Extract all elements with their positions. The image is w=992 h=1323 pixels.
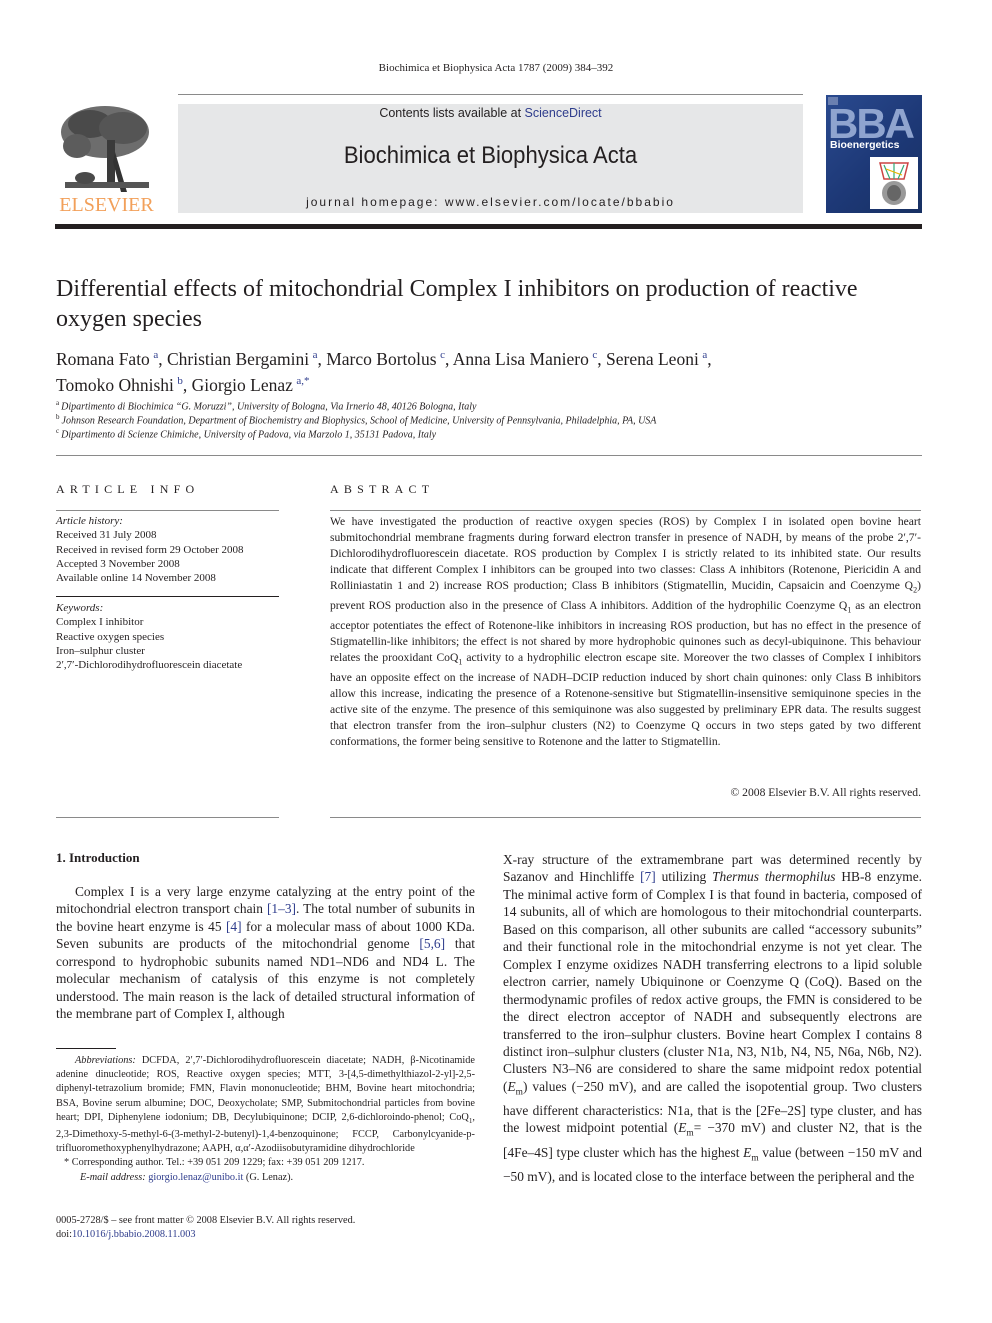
affiliation-marker[interactable]: a xyxy=(153,349,158,361)
abbreviations-footnote: Abbreviations: DCFDA, 2′,7′-Dichlorodihy… xyxy=(56,1055,475,1155)
history-label: Article history: xyxy=(56,515,123,527)
author[interactable]: Romana Fato a xyxy=(56,349,158,369)
affiliation-a: a Dipartimento di Biochimica “G. Moruzzi… xyxy=(56,399,477,413)
footnotes: Abbreviations: DCFDA, 2′,7′-Dichlorodihy… xyxy=(56,1054,475,1185)
cover-protein-structure-icon xyxy=(870,157,918,209)
citation-link[interactable]: [1–3] xyxy=(267,901,296,916)
journal-homepage-link[interactable]: journal homepage: www.elsevier.com/locat… xyxy=(178,195,803,209)
elsevier-wordmark: ELSEVIER xyxy=(59,194,154,216)
article-history: Article history: Received 31 July 2008 R… xyxy=(56,514,286,585)
abstract-bottom-rule xyxy=(330,817,921,818)
sciencedirect-link[interactable]: ScienceDirect xyxy=(525,106,602,120)
affiliation-marker[interactable]: c xyxy=(440,349,445,361)
masthead-box: Contents lists available at ScienceDirec… xyxy=(178,104,803,213)
history-item: Accepted 3 November 2008 xyxy=(56,557,180,570)
title-block-rule xyxy=(56,455,922,456)
running-head: Biochimica et Biophysica Acta 1787 (2009… xyxy=(378,62,614,74)
affiliation-b: b Johnson Research Foundation, Departmen… xyxy=(56,413,657,427)
body-column-right: X-ray structure of the extramembrane par… xyxy=(503,852,923,1184)
author[interactable]: Giorgio Lenaz a,* xyxy=(192,375,310,395)
doi-link[interactable]: 10.1016/j.bbabio.2008.11.003 xyxy=(72,1229,195,1240)
history-item: Available online 14 November 2008 xyxy=(56,572,216,585)
keyword-item: Iron–sulphur cluster xyxy=(56,644,145,657)
abstract-heading: ABSTRACT xyxy=(330,482,435,496)
affiliation-c: c Dipartimento di Scienze Chimiche, Univ… xyxy=(56,427,437,441)
history-item: Received in revised form 29 October 2008 xyxy=(56,543,244,556)
affiliation-marker[interactable]: a,* xyxy=(296,375,309,387)
author[interactable]: Marco Bortolus c xyxy=(326,349,445,369)
section-heading-introduction: 1. Introduction xyxy=(56,850,140,865)
affiliation-marker[interactable]: c xyxy=(592,349,597,361)
journal-title: Biochimica et Biophysica Acta xyxy=(343,142,638,169)
abstract-text: We have investigated the production of r… xyxy=(330,515,921,748)
author-list: Romana Fato a, Christian Bergamini a, Ma… xyxy=(56,348,712,395)
article-title: Differential effects of mitochondrial Co… xyxy=(56,276,858,332)
citation-link[interactable]: [5,6] xyxy=(419,936,445,951)
keywords-rule xyxy=(56,596,279,597)
corresponding-author-footnote: * Corresponding author. Tel.: +39 051 20… xyxy=(64,1157,365,1169)
author[interactable]: Christian Bergamini a xyxy=(167,349,318,369)
author[interactable]: Tomoko Ohnishi b xyxy=(56,375,183,395)
abstract-rule xyxy=(330,510,921,511)
keyword-item: Reactive oxygen species xyxy=(56,630,165,643)
article-info-bottom-rule xyxy=(56,817,279,818)
contents-line: Contents lists available at ScienceDirec… xyxy=(178,106,803,120)
affiliation-marker[interactable]: a xyxy=(313,349,318,361)
contents-prefix: Contents lists available at xyxy=(379,106,525,120)
issn-copyright: 0005-2728/$ – see front matter © 2008 El… xyxy=(56,1215,356,1226)
keyword-item: 2′,7′-Dichlorodihydrofluorescein diaceta… xyxy=(56,659,243,672)
keyword-item: Complex I inhibitor xyxy=(56,616,144,629)
citation-link[interactable]: [7] xyxy=(640,869,656,884)
body-column-left: Complex I is a very large enzyme catalyz… xyxy=(56,884,475,1022)
abstract-copyright: © 2008 Elsevier B.V. All rights reserved… xyxy=(730,786,921,799)
history-item: Received 31 July 2008 xyxy=(56,529,157,542)
journal-cover-thumbnail[interactable]: BBA Bioenergetics xyxy=(826,95,922,213)
keywords-label: Keywords: xyxy=(56,602,104,614)
citation-link[interactable]: [4] xyxy=(226,919,242,934)
author[interactable]: Serena Leoni a xyxy=(606,349,707,369)
masthead-top-rule xyxy=(178,94,803,95)
affiliation-marker[interactable]: b xyxy=(177,375,183,387)
keywords: Keywords: Complex I inhibitor Reactive o… xyxy=(56,601,286,672)
email-footnote: E-mail address: giorgio.lenaz@unibo.it (… xyxy=(80,1171,294,1183)
author[interactable]: Anna Lisa Maniero c xyxy=(453,349,597,369)
cover-subtitle: Bioenergetics xyxy=(830,139,900,151)
article-info-heading: ARTICLE INFO xyxy=(56,482,200,496)
article-info-rule xyxy=(56,510,279,511)
masthead-thick-rule xyxy=(55,224,922,229)
doi-line: doi:10.1016/j.bbabio.2008.11.003 xyxy=(56,1229,196,1241)
affiliation-marker[interactable]: a xyxy=(702,349,707,361)
front-matter: 0005-2728/$ – see front matter © 2008 El… xyxy=(56,1214,475,1242)
author-email-link[interactable]: giorgio.lenaz@unibo.it xyxy=(148,1172,243,1183)
footnote-rule xyxy=(56,1048,116,1049)
